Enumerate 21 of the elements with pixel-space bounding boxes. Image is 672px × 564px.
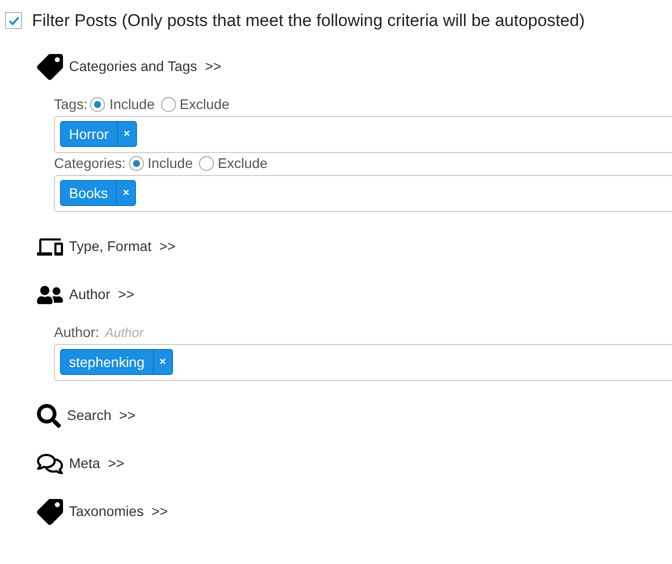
section-toggle[interactable]: Categories and Tags >> xyxy=(69,56,222,77)
filter-label: Filter Posts (Only posts that meet the following criteria will be autoposted) xyxy=(32,10,585,32)
field-label: Author: xyxy=(54,323,100,342)
filter-checkbox[interactable] xyxy=(5,12,22,30)
radio-option[interactable]: Include xyxy=(128,153,193,174)
field-label: Categories: xyxy=(54,154,126,173)
tag-chip: Horror × xyxy=(60,121,138,147)
tag-chip: Books × xyxy=(60,180,136,206)
radio-option[interactable]: Exclude xyxy=(160,94,230,115)
search-icon xyxy=(37,404,61,428)
tag-icon xyxy=(37,54,63,80)
section-toggle[interactable]: Type, Format >> xyxy=(69,236,176,257)
section-toggle[interactable]: Author >> xyxy=(69,284,134,305)
tag-chip: stephenking × xyxy=(60,349,173,375)
section-toggle[interactable]: Taxonomies >> xyxy=(69,501,168,522)
radio-option[interactable]: Exclude xyxy=(198,153,268,174)
radio-option[interactable]: Include xyxy=(90,94,155,115)
field-label: Tags: xyxy=(54,95,88,114)
section-toggle[interactable]: Search >> xyxy=(67,405,136,426)
tag-icon xyxy=(37,498,63,524)
section-toggle[interactable]: Meta >> xyxy=(69,453,124,474)
